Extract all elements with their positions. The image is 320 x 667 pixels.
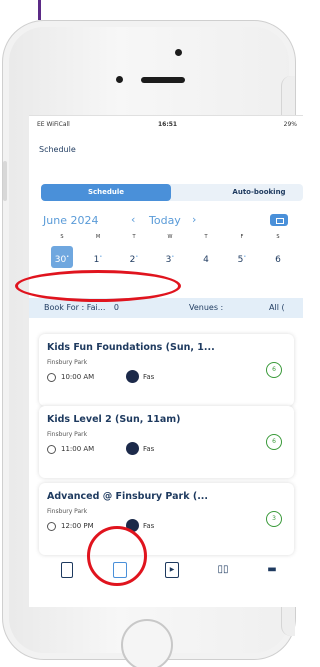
sensor-icon	[116, 76, 123, 83]
session-time: 12:00 PM	[61, 522, 94, 530]
play-icon[interactable]: ▶	[165, 562, 179, 578]
session-coach: Fas	[143, 373, 155, 381]
session-title: Kids Level 2 (Sun, 11am)	[47, 414, 181, 425]
document-icon[interactable]	[61, 562, 73, 578]
avatar	[126, 442, 139, 455]
session-title: Kids Fun Foundations (Sun, 1...	[47, 342, 215, 353]
spaces-badge: 3	[266, 511, 282, 527]
status-bar: EE WiFiCall 16:51 29%	[37, 121, 303, 131]
book-for-filter[interactable]: Book For : Fai... 0	[44, 303, 119, 312]
spaces-badge: 6	[266, 362, 282, 378]
weekday-label: T	[204, 234, 208, 240]
volume-button	[3, 161, 7, 201]
date-cell-selected[interactable]: 30•	[51, 246, 73, 268]
more-icon[interactable]: ▬	[265, 562, 279, 578]
avatar	[126, 370, 139, 383]
date-cell[interactable]: 3•	[159, 246, 181, 268]
speaker-grille	[141, 77, 185, 83]
chart-icon[interactable]: ▯▯	[215, 562, 231, 578]
highlight-book-for	[15, 270, 181, 302]
weekday-label: S	[276, 234, 280, 240]
book-for-value: Fai...	[86, 303, 106, 312]
month-label[interactable]: June 2024	[43, 214, 98, 227]
chevron-right-icon[interactable]: ›	[192, 213, 196, 226]
session-time: 10:00 AM	[61, 373, 95, 381]
weekday-label: W	[167, 234, 173, 240]
tab-auto-booking[interactable]: Auto-booking	[209, 184, 303, 201]
event-dot: •	[66, 254, 70, 260]
date-number: 4	[203, 255, 209, 265]
clock-icon	[47, 373, 56, 382]
clock-icon	[47, 522, 56, 531]
weekday-label: F	[240, 234, 244, 240]
chevron-left-icon[interactable]: ‹	[131, 213, 135, 226]
tutorial-screenshot: EE WiFiCall 16:51 29% Schedule Schedule …	[0, 0, 303, 667]
clock-icon	[47, 445, 56, 454]
highlight-calendar-tab	[87, 526, 147, 586]
weekday-label: S	[60, 234, 64, 240]
bottom-tab-bar: ▶ ▯▯ ▬	[29, 548, 303, 592]
status-battery: 29%	[283, 121, 297, 128]
app-screen: EE WiFiCall 16:51 29% Schedule Schedule …	[29, 115, 303, 607]
phone-frame: EE WiFiCall 16:51 29% Schedule Schedule …	[2, 20, 303, 667]
event-dot: •	[171, 254, 175, 260]
weekday-label: M	[95, 234, 101, 240]
calendar-view-icon[interactable]	[270, 214, 288, 226]
spaces-badge: 6	[266, 434, 282, 450]
weekday-label: T	[132, 234, 136, 240]
venues-filter[interactable]: All (	[269, 303, 285, 312]
today-button[interactable]: Today	[149, 214, 181, 227]
event-dot: •	[243, 254, 247, 260]
session-venue: Finsbury Park	[47, 359, 88, 366]
event-dot: •	[99, 254, 103, 260]
home-button[interactable]	[121, 619, 173, 667]
tab-schedule[interactable]: Schedule	[41, 184, 171, 201]
date-cell[interactable]: 1•	[87, 246, 109, 268]
date-cell[interactable]: 6	[267, 246, 289, 268]
date-cell[interactable]: 4	[195, 246, 217, 268]
date-cell[interactable]: 5•	[231, 246, 253, 268]
date-cell[interactable]: 2•	[123, 246, 145, 268]
venues-label: Venues :	[189, 303, 224, 312]
camera-icon	[175, 49, 182, 56]
event-dot: •	[135, 254, 139, 260]
session-coach: Fas	[143, 522, 155, 530]
session-venue: Finsbury Park	[47, 508, 88, 515]
accent-bar	[38, 0, 41, 20]
session-time: 11:00 AM	[61, 445, 95, 453]
month-navigation: June 2024 ‹ Today ›	[43, 213, 303, 228]
session-venue: Finsbury Park	[47, 431, 88, 438]
session-card[interactable]: Kids Level 2 (Sun, 11am) Finsbury Park 1…	[39, 406, 294, 478]
date-number: 30	[54, 255, 67, 265]
book-for-label: Book For :	[44, 303, 85, 312]
session-coach: Fas	[143, 445, 155, 453]
status-carrier: EE WiFiCall	[37, 121, 70, 128]
book-for-count: 0	[113, 303, 120, 312]
page-title: Schedule	[39, 145, 76, 154]
session-card[interactable]: Advanced @ Finsbury Park (... Finsbury P…	[39, 483, 294, 555]
session-card[interactable]: Kids Fun Foundations (Sun, 1... Finsbury…	[39, 334, 294, 406]
status-time: 16:51	[158, 121, 178, 128]
date-strip: 30• 1• 2• 3• 4 5• 6	[49, 246, 303, 268]
segmented-control: Schedule Auto-booking	[41, 184, 303, 201]
date-number: 6	[275, 255, 281, 265]
weekday-row: S M T W T F S	[52, 234, 302, 242]
session-title: Advanced @ Finsbury Park (...	[47, 491, 209, 502]
